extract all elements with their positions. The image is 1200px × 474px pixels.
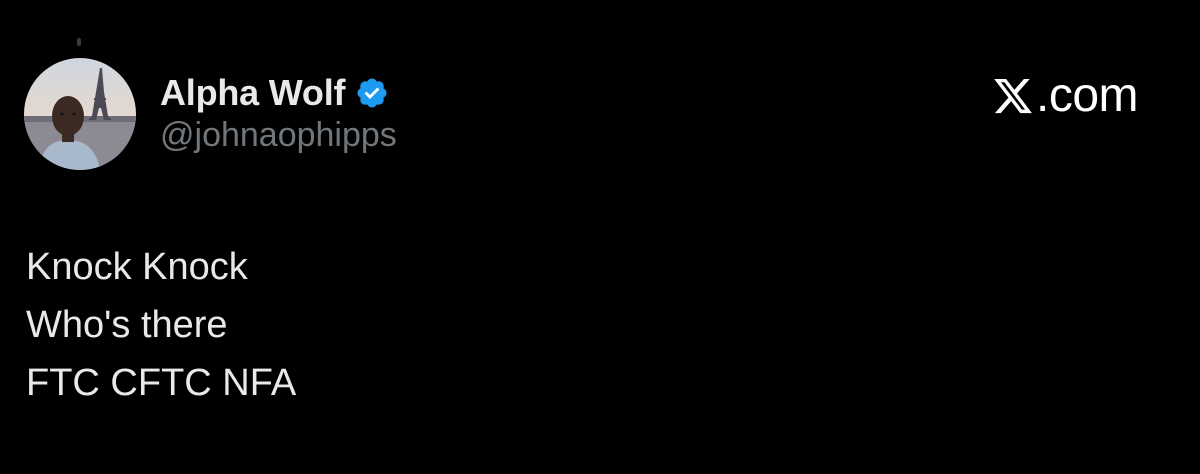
tweet-line: Who's there [26,304,228,346]
author-handle[interactable]: @johnaophipps [160,116,397,155]
x-logo-icon [992,75,1034,117]
brand-watermark: .com [992,68,1139,123]
author-display-name[interactable]: Alpha Wolf [160,72,346,114]
status-dot [77,38,81,46]
author-name-row[interactable]: Alpha Wolf [160,70,389,116]
verified-badge-icon[interactable] [355,76,389,110]
tweet-line: FTC CFTC NFA [26,362,297,404]
avatar[interactable] [24,58,136,170]
tweet-text: Knock Knock Who's there FTC CFTC NFA [26,238,296,412]
avatar-photo [24,58,136,170]
brand-domain-text: .com [1035,69,1139,122]
tweet-line: Knock Knock [26,246,248,288]
